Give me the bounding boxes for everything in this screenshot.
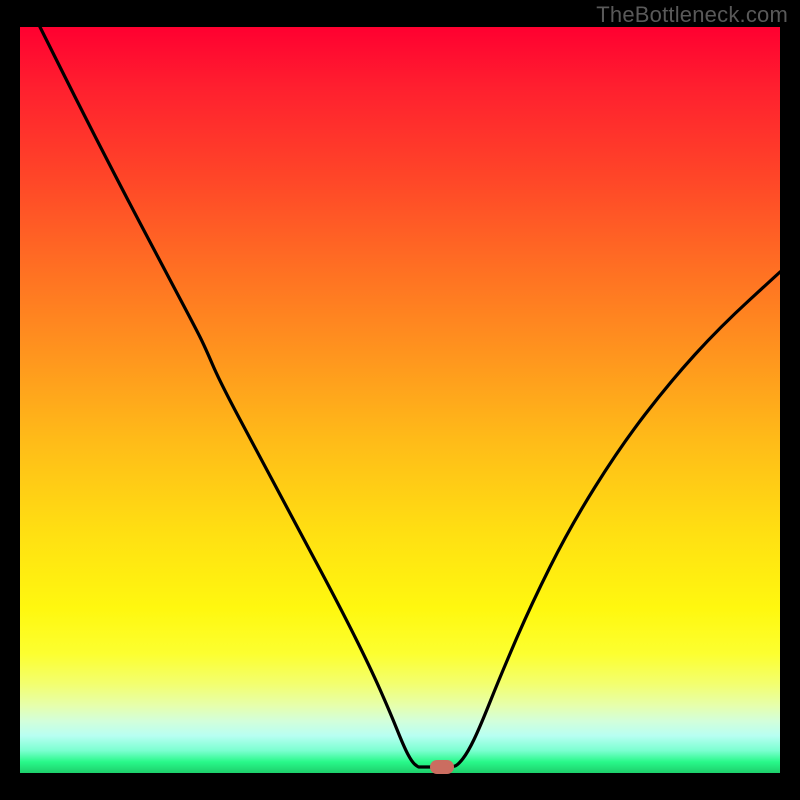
watermark-text: TheBottleneck.com: [596, 2, 788, 28]
optimal-point-marker: [430, 760, 454, 774]
bottleneck-curve-svg: [20, 27, 780, 773]
bottleneck-curve: [40, 27, 780, 767]
chart-plot-area: [20, 27, 780, 773]
